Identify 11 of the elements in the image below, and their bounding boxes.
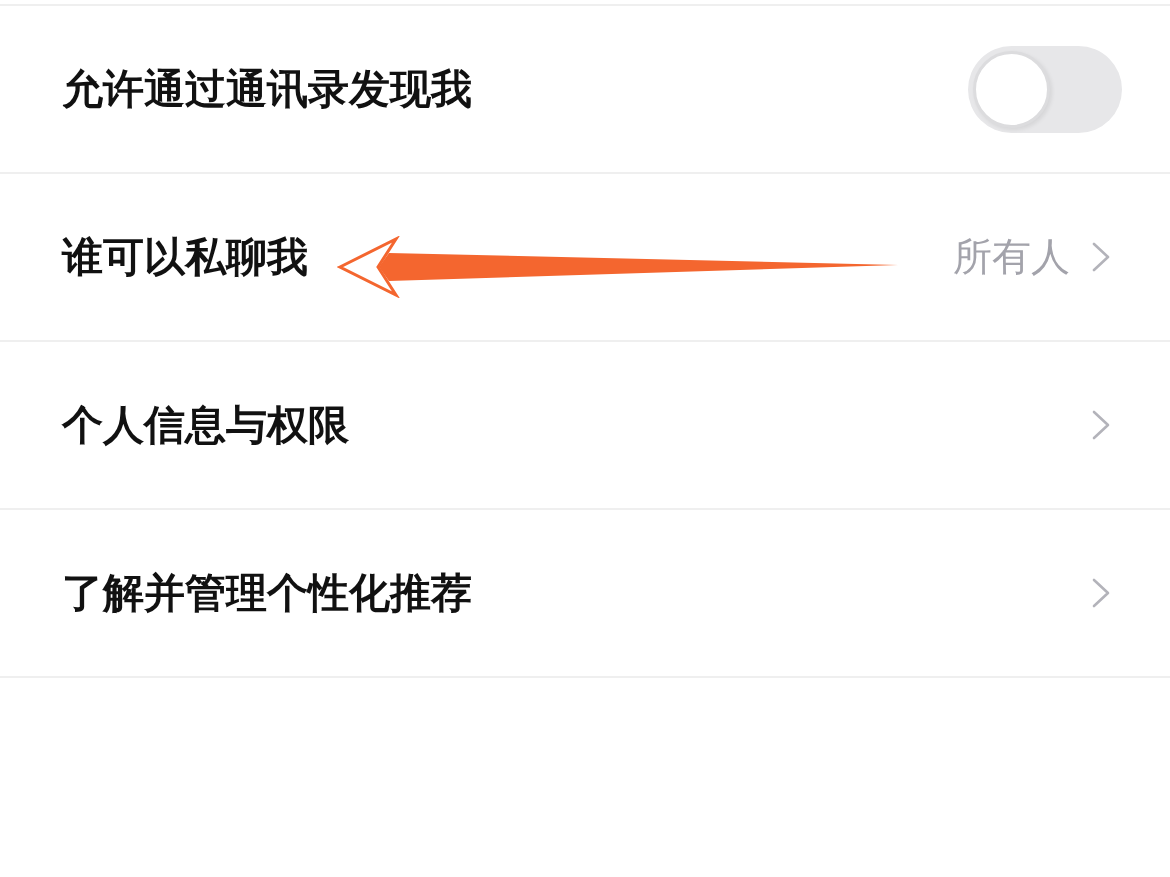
- chevron-right-icon: [1092, 242, 1110, 272]
- row-label: 允许通过通讯录发现我: [62, 63, 472, 115]
- row-label: 个人信息与权限: [62, 399, 349, 451]
- settings-row[interactable]: 个人信息与权限: [0, 342, 1170, 510]
- settings-row[interactable]: 了解并管理个性化推荐: [0, 510, 1170, 678]
- row-value: 所有人: [953, 233, 1070, 281]
- row-label: 谁可以私聊我: [62, 231, 308, 283]
- settings-row[interactable]: 允许通过通讯录发现我: [0, 6, 1170, 174]
- chevron-right-icon: [1092, 578, 1110, 608]
- row-label: 了解并管理个性化推荐: [62, 567, 472, 619]
- chevron-right-icon: [1092, 410, 1110, 440]
